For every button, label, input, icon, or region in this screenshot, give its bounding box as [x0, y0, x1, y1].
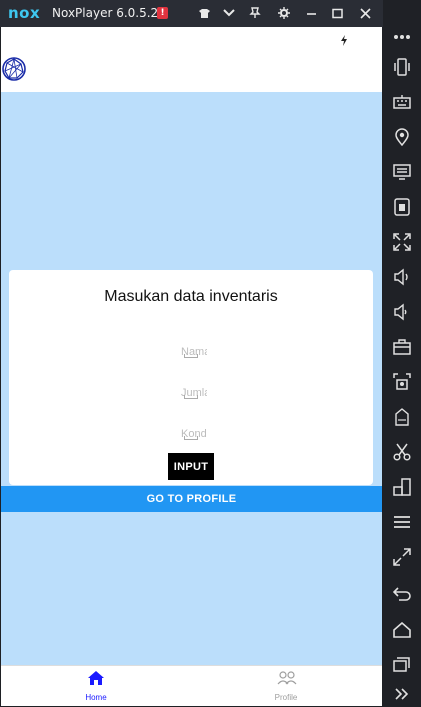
- status-bar: [1, 27, 382, 47]
- phone-screen: Masukan data inventaris INPUT GO TO PROF…: [1, 27, 382, 706]
- nama-field[interactable]: [181, 340, 207, 358]
- expand-icon[interactable]: [392, 684, 412, 704]
- tab-profile-label: Profile: [274, 693, 298, 702]
- volume-down-icon[interactable]: [392, 302, 412, 322]
- gear-icon[interactable]: [276, 5, 292, 21]
- field-underline: [184, 436, 198, 440]
- people-icon: [277, 670, 297, 686]
- tab-home[interactable]: Home: [1, 666, 191, 706]
- screen-icon[interactable]: [392, 162, 412, 182]
- nox-logo: nox: [8, 4, 41, 22]
- pin-icon[interactable]: [247, 5, 263, 21]
- alert-badge[interactable]: !: [157, 7, 168, 19]
- more-icon[interactable]: [392, 27, 412, 47]
- go-to-profile-button[interactable]: GO TO PROFILE: [1, 486, 382, 512]
- scissors-icon[interactable]: [392, 442, 412, 462]
- recent-apps-icon[interactable]: [392, 654, 412, 674]
- fps-icon[interactable]: [392, 407, 412, 427]
- emulator-titlebar: nox NoxPlayer 6.0.5.2 !: [0, 0, 383, 27]
- maximize-icon[interactable]: [329, 5, 345, 21]
- volume-up-icon[interactable]: [392, 267, 412, 287]
- fullscreen-icon[interactable]: [392, 232, 412, 252]
- back-icon[interactable]: [392, 584, 412, 604]
- bottom-tab-bar: Home Profile: [1, 665, 382, 706]
- jumlah-field[interactable]: [181, 381, 207, 399]
- app-logo-icon: [2, 57, 26, 81]
- keyboard-icon[interactable]: [392, 92, 412, 112]
- resize-icon[interactable]: [392, 547, 412, 567]
- emulator-side-toolbar: [383, 0, 421, 707]
- location-icon[interactable]: [392, 127, 412, 147]
- tab-home-label: Home: [85, 693, 107, 702]
- close-icon[interactable]: [357, 5, 373, 21]
- app-header: [1, 47, 382, 92]
- window-title: NoxPlayer 6.0.5.2: [52, 6, 159, 20]
- field-underline: [184, 395, 198, 399]
- screenshot-icon[interactable]: [392, 372, 412, 392]
- kondisi-field[interactable]: [181, 422, 207, 440]
- theme-icon[interactable]: [196, 5, 212, 21]
- multi-instance-icon[interactable]: [392, 477, 412, 497]
- home-icon: [87, 670, 105, 686]
- menu-icon[interactable]: [392, 512, 412, 532]
- input-button[interactable]: INPUT: [168, 453, 214, 480]
- field-underline: [184, 354, 198, 358]
- shake-icon[interactable]: [392, 57, 412, 77]
- minimize-icon[interactable]: [303, 5, 319, 21]
- tab-profile[interactable]: Profile: [191, 666, 381, 706]
- apk-install-icon[interactable]: [392, 197, 412, 217]
- chevron-down-icon[interactable]: [221, 5, 237, 21]
- home-icon[interactable]: [392, 620, 412, 640]
- form-title: Masukan data inventaris: [104, 288, 278, 305]
- toolbox-icon[interactable]: [392, 337, 412, 357]
